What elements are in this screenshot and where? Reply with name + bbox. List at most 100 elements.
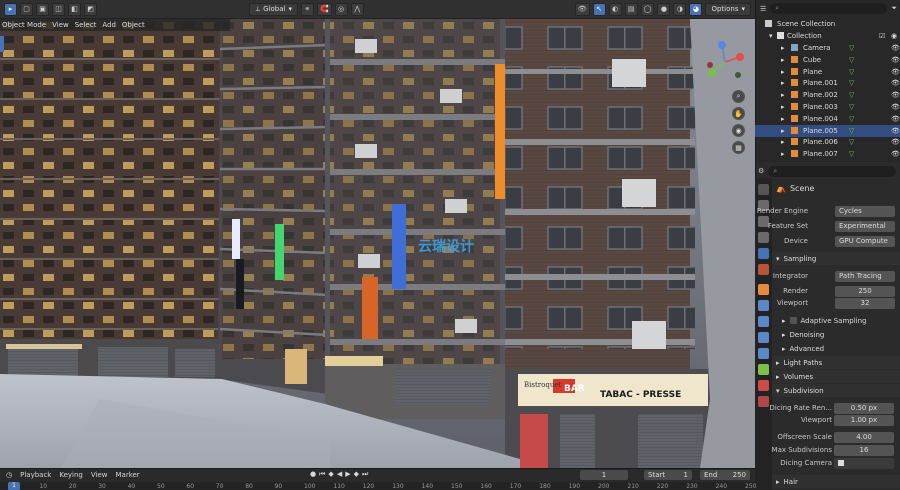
advanced-header[interactable]: ▸ Advanced bbox=[772, 342, 900, 355]
chevron-right-icon[interactable]: ▸ bbox=[781, 103, 785, 111]
camera-restrict-icon[interactable]: ◉ bbox=[891, 32, 897, 40]
material-tab-icon[interactable] bbox=[758, 380, 769, 391]
modifier-tab-icon[interactable] bbox=[758, 300, 769, 311]
properties-search-input[interactable]: ⌕ bbox=[768, 165, 896, 177]
outliner-item[interactable]: ▸ Plane ▽ 👁 bbox=[755, 66, 900, 78]
shading-solid-icon[interactable]: ● bbox=[657, 2, 671, 16]
chevron-right-icon[interactable]: ▸ bbox=[781, 150, 785, 158]
modifier-icon[interactable]: ▽ bbox=[849, 44, 854, 52]
modifier-icon[interactable]: ▽ bbox=[849, 150, 854, 158]
world-tab-icon[interactable] bbox=[758, 264, 769, 275]
menu-select[interactable]: Select bbox=[75, 21, 97, 29]
outliner-item[interactable]: ▸ Plane.005 ▽ 👁 bbox=[755, 124, 900, 137]
chevron-right-icon[interactable]: ▸ bbox=[781, 115, 785, 123]
sampling-panel-header[interactable]: ▾ Sampling bbox=[772, 252, 900, 265]
keying-menu[interactable]: Keying bbox=[59, 471, 83, 479]
shading-rendered-icon[interactable]: ◕ bbox=[689, 2, 703, 16]
editor-type-icon[interactable]: ⚙ bbox=[758, 167, 764, 175]
adaptive-sampling-checkbox[interactable] bbox=[789, 317, 797, 324]
play-icon[interactable]: ▶ bbox=[345, 470, 350, 479]
chevron-right-icon[interactable]: ▸ bbox=[781, 79, 785, 87]
checkbox-icon[interactable]: ☑ bbox=[879, 32, 885, 40]
next-key-icon[interactable]: ◆ bbox=[354, 470, 359, 479]
object-tab-icon[interactable] bbox=[758, 284, 769, 295]
dicing-viewport-field[interactable]: 1.00 px bbox=[834, 414, 894, 426]
light-paths-header[interactable]: ▸ Light Paths bbox=[772, 356, 900, 369]
dicing-render-field[interactable]: 0.50 px bbox=[834, 402, 894, 414]
physics-tab-icon[interactable] bbox=[758, 332, 769, 343]
jump-start-icon[interactable]: ⏮ bbox=[319, 470, 325, 479]
pan-icon[interactable]: ✋ bbox=[732, 107, 745, 120]
outliner-item[interactable]: ▸ Cube ▽ 👁 bbox=[755, 54, 900, 66]
perspective-icon[interactable]: ▦ bbox=[732, 141, 745, 154]
navigation-gizmo[interactable] bbox=[700, 37, 750, 87]
shading-wire-icon[interactable]: ◯ bbox=[640, 2, 655, 16]
select-subtract-icon[interactable]: ◫ bbox=[52, 2, 65, 16]
toolbar-active-tool[interactable] bbox=[0, 36, 4, 52]
outliner-search-input[interactable]: ⌕ bbox=[770, 3, 888, 14]
modifier-icon[interactable]: ▽ bbox=[849, 68, 854, 76]
tool-tab-icon[interactable] bbox=[758, 184, 769, 195]
render-samples-field[interactable]: 250 bbox=[835, 285, 895, 297]
dicing-camera-field[interactable] bbox=[834, 457, 894, 469]
overlay-icon[interactable]: ◐ bbox=[608, 2, 622, 16]
outliner-item[interactable]: ▸ Camera ▽ 👁 bbox=[755, 42, 900, 54]
pivot-icon[interactable]: ⚭ bbox=[300, 2, 314, 16]
eye-icon[interactable]: 👁 bbox=[891, 115, 900, 123]
transform-orientation-dropdown[interactable]: ⟂ Global ▾ bbox=[249, 2, 298, 16]
select-box-icon[interactable]: ▢ bbox=[20, 2, 33, 16]
particles-tab-icon[interactable] bbox=[758, 316, 769, 327]
current-frame-field[interactable]: 1 bbox=[580, 470, 628, 480]
viewport-samples-field[interactable]: 32 bbox=[835, 297, 895, 309]
offscreen-scale-field[interactable]: 4.00 bbox=[834, 431, 894, 443]
select-tool-icon[interactable]: ▸ bbox=[4, 2, 17, 16]
marker-menu[interactable]: Marker bbox=[115, 471, 139, 479]
3d-viewport[interactable]: Bistroquet BAR TABAC - PRESSE 云瑞设计 ⌕ ✋ ◉… bbox=[0, 19, 755, 468]
timeline-view-menu[interactable]: View bbox=[91, 471, 108, 479]
proportional-edit-icon[interactable]: ◎ bbox=[334, 2, 348, 16]
modifier-icon[interactable]: ▽ bbox=[849, 56, 854, 64]
menu-view[interactable]: View bbox=[52, 21, 69, 29]
outliner-item[interactable]: ▸ Plane.004 ▽ 👁 bbox=[755, 113, 900, 125]
constraints-tab-icon[interactable] bbox=[758, 348, 769, 359]
start-frame-field[interactable]: Start 1 bbox=[644, 470, 692, 480]
zoom-icon[interactable]: ⌕ bbox=[732, 90, 745, 103]
shading-material-icon[interactable]: ◑ bbox=[673, 2, 687, 16]
visibility-icon[interactable]: 👁 bbox=[574, 2, 590, 16]
texture-tab-icon[interactable] bbox=[758, 396, 769, 407]
graph-icon[interactable]: ⋀ bbox=[350, 2, 364, 16]
modifier-icon[interactable]: ▽ bbox=[849, 91, 854, 99]
modifier-icon[interactable]: ▽ bbox=[849, 127, 854, 135]
select-intersect-icon[interactable]: ◩ bbox=[84, 2, 97, 16]
outliner-scene-collection[interactable]: Scene Collection bbox=[755, 18, 900, 30]
modifier-icon[interactable]: ▽ bbox=[849, 79, 854, 87]
editor-type-icon[interactable]: ☰ bbox=[760, 5, 766, 13]
outliner-item[interactable]: ▸ Plane.003 ▽ 👁 bbox=[755, 101, 900, 113]
chevron-right-icon[interactable]: ▸ bbox=[781, 127, 785, 135]
denoising-header[interactable]: ▸ Denoising bbox=[772, 328, 900, 341]
render-engine-select[interactable]: Cycles bbox=[835, 205, 895, 217]
modifier-icon[interactable]: ▽ bbox=[849, 103, 854, 111]
eye-icon[interactable]: 👁 bbox=[891, 44, 900, 52]
outliner-item[interactable]: ▸ Plane.002 ▽ 👁 bbox=[755, 89, 900, 101]
select-extend-icon[interactable]: ▣ bbox=[36, 2, 49, 16]
eye-icon[interactable]: 👁 bbox=[891, 91, 900, 99]
menu-add[interactable]: Add bbox=[102, 21, 116, 29]
outliner-item[interactable]: ▸ Plane.001 ▽ 👁 bbox=[755, 77, 900, 89]
eye-icon[interactable]: 👁 bbox=[891, 68, 900, 76]
eye-icon[interactable]: 👁 bbox=[891, 138, 900, 146]
max-subdivisions-field[interactable]: 16 bbox=[834, 444, 894, 456]
volumes-header[interactable]: ▸ Volumes bbox=[772, 370, 900, 383]
eye-icon[interactable]: 👁 bbox=[891, 79, 900, 87]
mode-selector[interactable]: Object Mode bbox=[2, 21, 46, 29]
options-dropdown[interactable]: Options ▾ bbox=[705, 2, 751, 16]
modifier-icon[interactable]: ▽ bbox=[849, 115, 854, 123]
feature-set-select[interactable]: Experimental bbox=[835, 220, 895, 232]
scene-tab-icon[interactable] bbox=[758, 248, 769, 259]
chevron-right-icon[interactable]: ▸ bbox=[781, 138, 785, 146]
device-select[interactable]: GPU Compute bbox=[835, 235, 895, 247]
outliner-item[interactable]: ▸ Plane.006 ▽ 👁 bbox=[755, 136, 900, 148]
snap-icon[interactable]: 🧲 bbox=[316, 2, 332, 16]
chevron-right-icon[interactable]: ▸ bbox=[781, 44, 785, 52]
menu-object[interactable]: Object bbox=[122, 21, 145, 29]
